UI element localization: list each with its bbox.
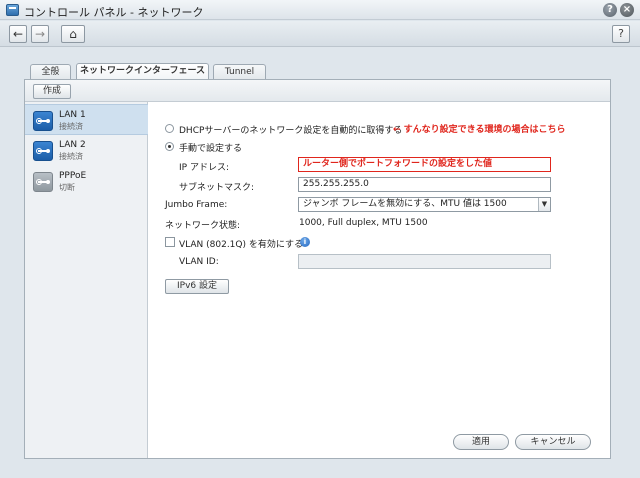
ip-address-label: IP アドレス: [179, 163, 229, 173]
dhcp-annotation: ← すんなり設定できる環境の場合はこちら [393, 125, 566, 135]
pppoe-icon [33, 172, 53, 192]
ipv6-settings-button[interactable]: IPv6 設定 [165, 279, 229, 294]
manual-label: 手動で設定する [179, 144, 243, 154]
subnet-mask-input[interactable]: 255.255.255.0 [298, 177, 551, 192]
back-arrow-icon[interactable]: ← [9, 25, 27, 43]
tab-general[interactable]: 全般 [30, 64, 71, 79]
jumbo-frame-label: Jumbo Frame: [165, 200, 228, 210]
vlan-id-label: VLAN ID: [179, 257, 219, 267]
create-button[interactable]: 作成 [33, 84, 71, 99]
chevron-down-icon[interactable]: ▼ [538, 198, 550, 211]
cancel-button[interactable]: キャンセル [515, 434, 591, 450]
info-icon[interactable]: i [300, 237, 310, 247]
tab-network-interface[interactable]: ネットワークインターフェース [76, 63, 209, 79]
window-title: コントロール パネル - ネットワーク [24, 6, 204, 19]
interface-item-lan2[interactable]: LAN 2 接続済 [25, 135, 148, 166]
interface-list: LAN 1 接続済 LAN 2 接続済 PPPoE 切断 [25, 102, 148, 458]
window-titlebar: コントロール パネル - ネットワーク ? × [0, 0, 640, 20]
window-close-icon[interactable]: × [620, 3, 634, 17]
forward-arrow-icon[interactable]: → [31, 25, 49, 43]
manual-radio[interactable] [165, 142, 174, 151]
jumbo-frame-select[interactable]: ジャンボ フレームを無効にする、MTU 値は 1500 ▼ [298, 197, 551, 212]
interface-item-lan1[interactable]: LAN 1 接続済 [25, 104, 148, 135]
interface-status: 接続済 [59, 122, 83, 131]
interface-status: 接続済 [59, 152, 83, 161]
network-interface-panel: 作成 LAN 1 接続済 LAN 2 接続済 PPPoE 切断 DHCPサーバー… [24, 79, 611, 459]
subnet-mask-label: サブネットマスク: [179, 183, 255, 193]
network-interface-icon [33, 141, 53, 161]
jumbo-frame-value: ジャンボ フレームを無効にする、MTU 値は 1500 [303, 199, 507, 209]
interface-item-pppoe[interactable]: PPPoE 切断 [25, 166, 148, 197]
ip-address-input[interactable]: ルーター側でポートフォワードの設定をした値 [298, 157, 551, 172]
interface-name: PPPoE [59, 171, 87, 181]
vlan-label: VLAN (802.1Q) を有効にする [179, 240, 303, 250]
dhcp-radio[interactable] [165, 124, 174, 133]
control-panel-icon [6, 4, 19, 16]
home-icon[interactable]: ⌂ [61, 25, 85, 43]
interface-name: LAN 1 [59, 110, 86, 120]
tab-tunnel[interactable]: Tunnel [213, 64, 266, 79]
help-button[interactable]: ? [612, 25, 630, 43]
navigation-toolbar: ← → ⌂ ? [0, 21, 640, 47]
apply-button[interactable]: 適用 [453, 434, 509, 450]
panel-toolbar: 作成 [25, 80, 610, 102]
network-interface-icon [33, 111, 53, 131]
network-status-value: 1000, Full duplex, MTU 1500 [299, 218, 428, 228]
interface-status: 切断 [59, 183, 75, 192]
vlan-id-input[interactable] [298, 254, 551, 269]
vlan-checkbox[interactable] [165, 237, 175, 247]
interface-name: LAN 2 [59, 140, 86, 150]
window-help-icon[interactable]: ? [603, 3, 617, 17]
network-status-label: ネットワーク状態: [165, 221, 241, 231]
dhcp-label: DHCPサーバーのネットワーク設定を自動的に取得する [179, 126, 403, 136]
